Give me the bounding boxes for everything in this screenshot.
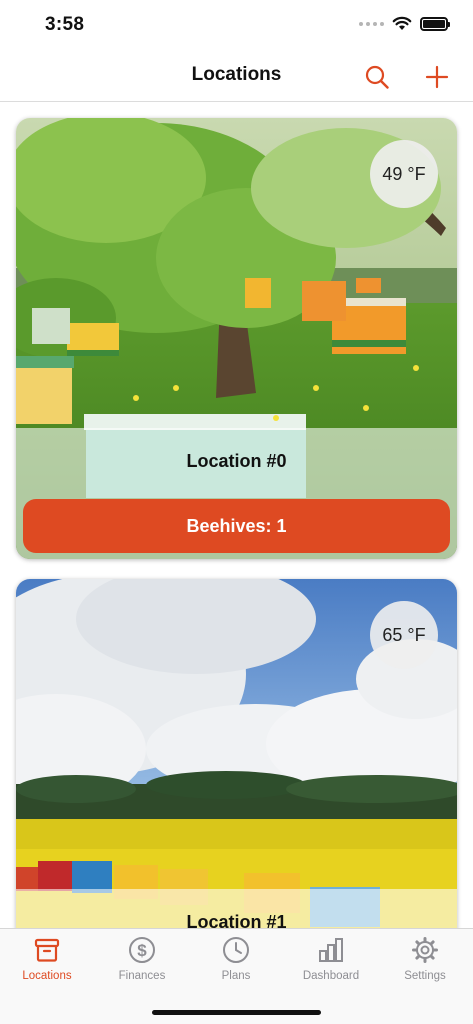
battery-icon [420,16,450,31]
beehives-button[interactable]: Beehives: 1 [23,499,450,553]
tab-label: Dashboard [302,970,360,982]
search-button[interactable] [362,62,392,92]
navigation-bar: Locations [0,50,473,102]
clock-icon [221,935,251,965]
status-bar: 3:58 [0,0,473,50]
tab-locations[interactable]: Locations [0,935,94,991]
wifi-icon [392,16,412,30]
location-name: Location #1 [186,912,287,928]
tab-finances[interactable]: $ Finances [95,935,189,991]
card-footer: Location #1 [16,889,457,928]
status-indicators [359,16,450,31]
bar-chart-icon [316,935,346,965]
tab-plans[interactable]: Plans [189,935,283,991]
tab-label: Locations [22,970,72,982]
tab-dashboard[interactable]: Dashboard [284,935,378,991]
card-footer: Location #0 Beehives: 1 [16,428,457,559]
home-indicator[interactable] [152,1010,321,1015]
tab-bar: Locations $ Finances Plans Dashboard Set… [0,928,473,1024]
location-card[interactable]: 65 °F Location #1 [16,579,457,928]
plus-icon [425,65,449,89]
archive-box-icon [32,935,62,965]
locations-list[interactable]: 49 °F Location #0 Beehives: 1 65 °F Loca… [0,103,473,928]
status-time: 3:58 [45,14,85,35]
location-card[interactable]: 49 °F Location #0 Beehives: 1 [16,118,457,559]
add-location-button[interactable] [422,62,452,92]
tab-settings[interactable]: Settings [378,935,472,991]
tab-label: Plans [221,970,251,982]
dollar-circle-icon: $ [127,935,157,965]
svg-text:$: $ [137,941,147,960]
gear-icon [410,935,440,965]
temperature-badge: 49 °F [370,140,438,208]
cellular-signal-icon [359,21,384,26]
tab-label: Settings [404,970,446,982]
page-title: Locations [191,64,282,85]
tab-label: Finances [118,970,166,982]
search-icon [365,65,389,89]
temperature-badge: 65 °F [370,601,438,669]
location-name: Location #0 [186,451,287,471]
